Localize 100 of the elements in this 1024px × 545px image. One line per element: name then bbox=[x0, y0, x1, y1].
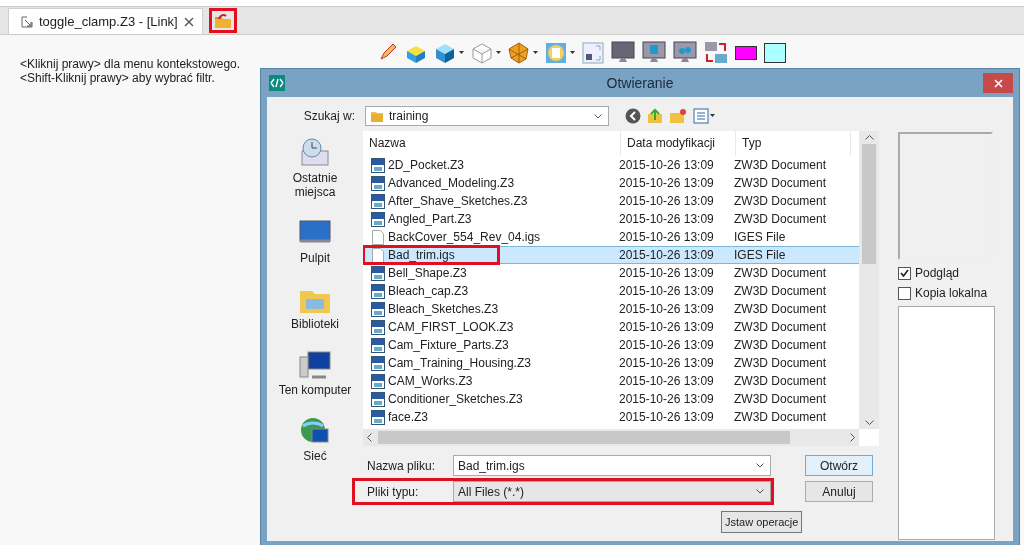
cancel-button[interactable]: Anuluj bbox=[805, 481, 873, 502]
file-row[interactable]: 2D_Pocket.Z3 2015-10-26 13:09 ZW3D Document bbox=[363, 156, 859, 174]
file-row[interactable]: Bell_Shape.Z3 2015-10-26 13:09 ZW3D Document bbox=[363, 264, 859, 282]
file-type-dropdown[interactable]: All Files (*.*) bbox=[453, 481, 771, 502]
date-cell-text: 2015-10-26 13:09 bbox=[618, 230, 715, 244]
caret-icon[interactable] bbox=[459, 51, 464, 55]
type-cell-text: ZW3D Document bbox=[733, 266, 828, 280]
scroll-thumb[interactable] bbox=[378, 431, 790, 444]
file-row[interactable]: Angled_Part.Z3 2015-10-26 13:09 ZW3D Document bbox=[363, 210, 859, 228]
file-name-field[interactable]: Bad_trim.igs bbox=[453, 455, 771, 476]
view-menu-icon[interactable] bbox=[693, 108, 715, 124]
file-row[interactable]: Bad_trim.igs 2015-10-26 13:09 IGES File bbox=[363, 246, 859, 264]
places-item[interactable]: Pulpit bbox=[275, 217, 355, 265]
monitor-icon[interactable] bbox=[673, 41, 697, 65]
new-folder-icon[interactable] bbox=[669, 108, 687, 124]
file-icon bbox=[371, 247, 385, 263]
caret-icon[interactable] bbox=[533, 51, 538, 55]
places-item[interactable]: Ten komputer bbox=[275, 349, 355, 397]
z3-file-icon bbox=[371, 337, 385, 353]
date-cell-text: 2015-10-26 13:09 bbox=[618, 248, 715, 262]
column-header[interactable]: Typ bbox=[736, 131, 851, 156]
swap-views-icon[interactable] bbox=[704, 41, 728, 65]
file-row[interactable]: Bleach_Sketches.Z3 2015-10-26 13:09 ZW3D Document bbox=[363, 300, 859, 318]
open-file-button[interactable] bbox=[208, 8, 237, 33]
back-icon[interactable] bbox=[625, 108, 641, 124]
look-in-dropdown[interactable]: training bbox=[365, 106, 609, 126]
horizontal-scrollbar[interactable] bbox=[363, 429, 859, 446]
date-cell-text: 2015-10-26 13:09 bbox=[618, 176, 715, 190]
close-button[interactable] bbox=[983, 73, 1013, 93]
places-item[interactable]: Ostatnie miejsca bbox=[275, 137, 355, 199]
hint-text: <Kliknij prawy> dla menu kontekstowego. bbox=[20, 57, 242, 71]
z3-file-icon bbox=[371, 211, 385, 227]
dialog-title: Otwieranie bbox=[606, 75, 674, 91]
type-cell-text: ZW3D Document bbox=[733, 410, 828, 424]
chevron-up-icon[interactable] bbox=[864, 135, 874, 140]
checkbox[interactable] bbox=[898, 286, 911, 300]
open-button[interactable]: Otwórz bbox=[805, 455, 873, 476]
file-row[interactable]: Cam_Training_Housing.Z3 2015-10-26 13:09 ZW3D Document bbox=[363, 354, 859, 372]
vertical-scrollbar[interactable] bbox=[859, 131, 879, 429]
monitor-icon[interactable] bbox=[611, 41, 635, 65]
file-name: Advanced_Modeling.Z3 bbox=[388, 176, 515, 190]
file-row[interactable]: BackCover_554_Rev_04.igs 2015-10-26 13:09 IGES File bbox=[363, 228, 859, 246]
date-cell-text: 2015-10-26 13:09 bbox=[618, 374, 715, 388]
z3-file-icon bbox=[371, 193, 385, 209]
file-icon bbox=[371, 229, 385, 245]
z3-file-icon bbox=[371, 265, 385, 281]
type-cell-text: ZW3D Document bbox=[733, 284, 828, 298]
color-swatch[interactable] bbox=[735, 46, 757, 60]
up-folder-icon[interactable] bbox=[647, 108, 663, 124]
chevron-down-icon bbox=[756, 489, 764, 494]
type-cell-text: ZW3D Document bbox=[733, 158, 828, 172]
places-item[interactable]: Sieć bbox=[275, 415, 355, 463]
date-cell-text: 2015-10-26 13:09 bbox=[618, 212, 715, 226]
type-cell-text: ZW3D Document bbox=[733, 374, 828, 388]
file-row[interactable]: face.Z3 2015-10-26 13:09 ZW3D Document bbox=[363, 408, 859, 426]
close-icon[interactable] bbox=[183, 16, 194, 27]
file-row[interactable]: Bleach_cap.Z3 2015-10-26 13:09 ZW3D Document bbox=[363, 282, 859, 300]
cube-icon[interactable] bbox=[434, 42, 456, 64]
type-cell-text: ZW3D Document bbox=[733, 194, 828, 208]
app-logo-icon bbox=[269, 75, 285, 91]
file-row[interactable]: CAM_FIRST_LOOK.Z3 2015-10-26 13:09 ZW3D Document bbox=[363, 318, 859, 336]
file-row[interactable]: Cam_Fixture_Parts.Z3 2015-10-26 13:09 ZW3D Document bbox=[363, 336, 859, 354]
checkbox[interactable] bbox=[898, 266, 911, 280]
caret-icon[interactable] bbox=[496, 51, 501, 55]
file-name: CAM_FIRST_LOOK.Z3 bbox=[388, 320, 514, 334]
z3-file-icon bbox=[371, 355, 385, 371]
chevron-down-icon[interactable] bbox=[864, 420, 874, 425]
operation-button[interactable]: Jstaw operacje bbox=[721, 511, 803, 533]
file-row[interactable]: CAM_Works.Z3 2015-10-26 13:09 ZW3D Document bbox=[363, 372, 859, 390]
file-name: 2D_Pocket.Z3 bbox=[388, 158, 465, 172]
fit-view-icon[interactable] bbox=[582, 42, 604, 64]
document-tab[interactable]: toggle_clamp.Z3 - [Link] bbox=[8, 8, 203, 34]
type-cell-text: IGES File bbox=[733, 248, 787, 262]
file-row[interactable]: After_Shave_Sketches.Z3 2015-10-26 13:09 ZW3D Document bbox=[363, 192, 859, 210]
field-label: Pliki typu: bbox=[366, 484, 420, 499]
column-header[interactable]: Data modyfikacji bbox=[621, 131, 736, 156]
file-row[interactable]: Advanced_Modeling.Z3 2015-10-26 13:09 ZW3D Document bbox=[363, 174, 859, 192]
file-name: Cam_Training_Housing.Z3 bbox=[388, 356, 531, 370]
file-name: After_Shave_Sketches.Z3 bbox=[388, 194, 528, 208]
scroll-thumb[interactable] bbox=[862, 144, 876, 264]
column-header[interactable]: Nazwa bbox=[363, 131, 621, 156]
field-label: Szukaj w: bbox=[302, 109, 355, 123]
date-cell-text: 2015-10-26 13:09 bbox=[618, 194, 715, 208]
link-icon bbox=[21, 15, 33, 28]
monitor-icon[interactable] bbox=[642, 41, 666, 65]
file-name: CAM_Works.Z3 bbox=[388, 374, 473, 388]
color-swatch[interactable] bbox=[764, 43, 786, 63]
chevron-left-icon[interactable] bbox=[367, 433, 372, 442]
type-cell-text: ZW3D Document bbox=[733, 320, 828, 334]
computer-icon bbox=[298, 349, 332, 381]
file-name: Bell_Shape.Z3 bbox=[388, 266, 467, 280]
places-item[interactable]: Biblioteki bbox=[275, 283, 355, 331]
file-name: Bleach_cap.Z3 bbox=[388, 284, 469, 298]
polyhedron-icon[interactable] bbox=[508, 42, 530, 64]
chevron-right-icon[interactable] bbox=[850, 433, 855, 442]
date-cell-text: 2015-10-26 13:09 bbox=[618, 392, 715, 406]
file-row[interactable]: Conditioner_Sketches.Z3 2015-10-26 13:09 ZW3D Document bbox=[363, 390, 859, 408]
caret-icon[interactable] bbox=[570, 51, 575, 55]
chevron-down-icon bbox=[756, 463, 764, 468]
clock-icon bbox=[298, 137, 332, 169]
